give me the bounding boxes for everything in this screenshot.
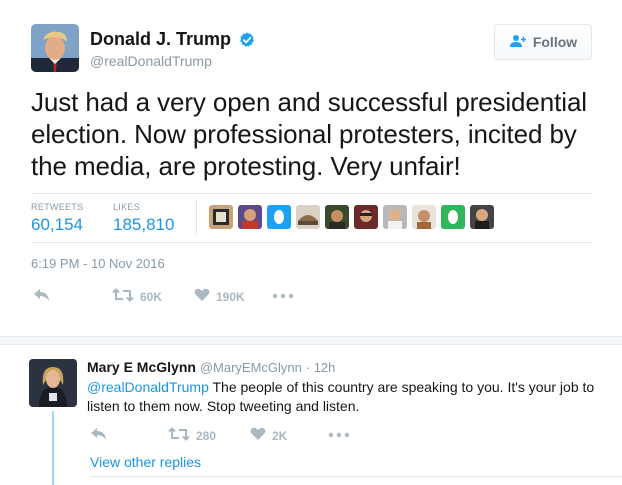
add-user-icon: [509, 34, 527, 51]
stats-divider-top: [31, 193, 592, 194]
main-tweet: Donald J. Trump @realDonaldTrump Follow …: [0, 0, 622, 336]
reply-author-avatar[interactable]: [29, 359, 77, 407]
reply-retweet-count: 280: [196, 428, 217, 443]
follow-button[interactable]: Follow: [494, 24, 592, 60]
reply-author-name[interactable]: Mary E McGlynn: [87, 359, 196, 375]
reply-like-count: 2K: [272, 428, 288, 443]
likes-label: LIKES: [113, 202, 141, 212]
liker-avatar[interactable]: [470, 205, 494, 229]
view-other-replies-link[interactable]: View other replies: [90, 454, 201, 470]
reply-time[interactable]: · 12h: [306, 360, 336, 375]
retweet-count: 60K: [140, 289, 163, 304]
tweet-timestamp[interactable]: 6:19 PM - 10 Nov 2016: [31, 256, 165, 271]
stats-divider-bottom: [31, 242, 592, 243]
verified-badge-icon: [239, 32, 255, 48]
reply-like-button[interactable]: 2K: [250, 427, 287, 444]
stats-separator: [196, 200, 197, 234]
retweet-icon: [168, 427, 190, 444]
retweets-value: 60,154: [31, 215, 83, 234]
likes-value: 185,810: [113, 215, 175, 234]
liker-avatar[interactable]: [296, 205, 320, 229]
reply-bottom-divider: [90, 476, 622, 477]
liker-avatar[interactable]: [383, 205, 407, 229]
reply-text: @realDonaldTrump The people of this coun…: [87, 378, 607, 416]
liker-avatars: [209, 205, 494, 229]
liker-avatar[interactable]: [354, 205, 378, 229]
reply-retweet-button[interactable]: 280: [168, 427, 216, 444]
like-count: 190K: [216, 289, 245, 304]
more-dots-icon: [328, 427, 350, 441]
reply-reply-button[interactable]: [90, 427, 108, 444]
reply-thread-line: [52, 411, 54, 485]
more-dots-icon: [272, 288, 294, 302]
more-button[interactable]: [272, 288, 294, 302]
liker-avatar[interactable]: [441, 205, 465, 229]
reply-more-button[interactable]: [328, 427, 350, 441]
conversation-separator: [0, 336, 622, 345]
author-name-block: Donald J. Trump @realDonaldTrump: [90, 29, 255, 69]
heart-icon: [194, 288, 210, 305]
reply-mention-link[interactable]: @realDonaldTrump: [87, 379, 209, 395]
liker-avatar[interactable]: [412, 205, 436, 229]
liker-avatar[interactable]: [267, 205, 291, 229]
author-avatar[interactable]: [31, 24, 79, 72]
author-name[interactable]: Donald J. Trump: [90, 29, 231, 50]
follow-label: Follow: [532, 34, 578, 50]
reply-button[interactable]: [33, 288, 51, 305]
reply-arrow-icon: [33, 288, 51, 305]
reply-author-handle[interactable]: @MaryEMcGlynn: [200, 360, 302, 375]
author-handle[interactable]: @realDonaldTrump: [90, 53, 255, 69]
reply-header: Mary E McGlynn @MaryEMcGlynn · 12h: [87, 359, 335, 375]
reply-tweet: Mary E McGlynn @MaryEMcGlynn · 12h @real…: [0, 345, 622, 485]
liker-avatar[interactable]: [209, 205, 233, 229]
retweets-label: RETWEETS: [31, 202, 84, 212]
heart-icon: [250, 427, 266, 444]
like-button[interactable]: 190K: [194, 288, 245, 305]
reply-arrow-icon: [90, 427, 108, 444]
retweet-icon: [112, 288, 134, 305]
tweet-text: Just had a very open and successful pres…: [31, 87, 587, 181]
retweets-stat[interactable]: RETWEETS 60,154: [31, 202, 83, 235]
liker-avatar[interactable]: [325, 205, 349, 229]
liker-avatar[interactable]: [238, 205, 262, 229]
retweet-button[interactable]: 60K: [112, 288, 162, 305]
likes-stat[interactable]: LIKES 185,810: [113, 202, 174, 235]
